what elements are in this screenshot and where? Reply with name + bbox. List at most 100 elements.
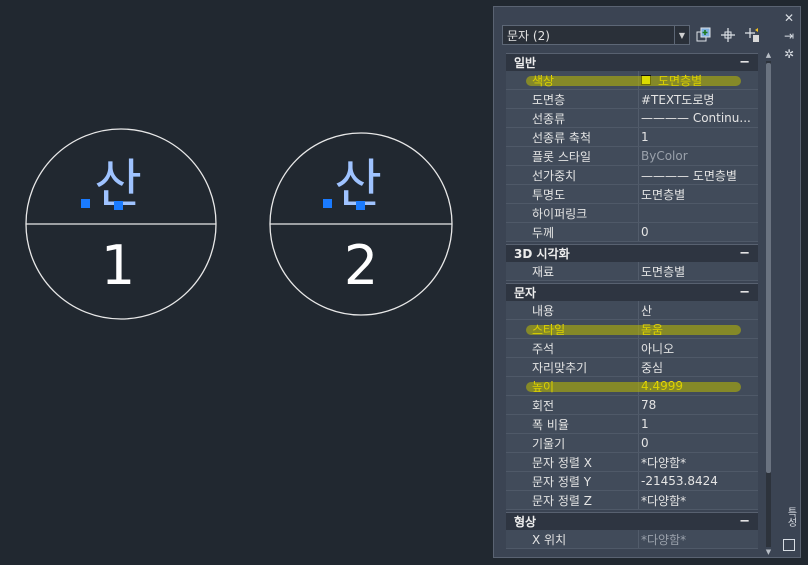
collapse-icon[interactable]: − (739, 55, 750, 70)
property-value[interactable]: 도면층별 (639, 185, 758, 203)
symbol-2[interactable]: 산 2 (269, 132, 453, 316)
property-label: 투명도 (506, 185, 639, 203)
palette-menu-icon[interactable] (783, 539, 795, 551)
collapse-icon[interactable]: − (739, 514, 750, 529)
property-row[interactable]: 플롯 스타일 ByColor (506, 147, 758, 166)
palette-toolbar: 문자 (2) ▼ (502, 23, 772, 47)
auto-hide-icon[interactable]: ⇥ (784, 29, 794, 43)
selector-value: 문자 (2) (507, 28, 550, 43)
property-label: 폭 비율 (506, 415, 639, 433)
property-value[interactable]: #TEXT도로명 (639, 90, 758, 108)
scroll-down-icon[interactable]: ▼ (764, 548, 773, 556)
properties-palette: 문자 (2) ▼ 일반 − 색상 도면층별 도면층 #TEXT도로명 선종류 ———— Con… (493, 6, 801, 558)
property-row[interactable]: 투명도 도면층별 (506, 185, 758, 204)
property-value[interactable]: 아니오 (639, 339, 758, 357)
property-label: X 위치 (506, 530, 639, 548)
property-value[interactable]: 산 (639, 301, 758, 319)
gear-icon[interactable]: ✲ (784, 47, 794, 61)
property-row[interactable]: 자리맞추기 중심 (506, 358, 758, 377)
property-value[interactable]: *다양함* (639, 530, 758, 548)
drawing-canvas[interactable]: 산 1 산 2 (0, 0, 490, 565)
symbol-1[interactable]: 산 1 (25, 128, 217, 320)
property-label: 높이 (506, 377, 639, 395)
property-value[interactable]: 도면층별 (639, 262, 758, 280)
property-row[interactable]: 주석 아니오 (506, 339, 758, 358)
property-label: 플롯 스타일 (506, 147, 639, 165)
grip-point[interactable] (356, 201, 365, 210)
property-value[interactable]: *다양함* (639, 491, 758, 509)
property-value[interactable]: 0 (639, 434, 758, 452)
palette-title-strip: ✕ ⇥ ✲ 특성 (778, 7, 800, 557)
property-row[interactable]: 기울기 0 (506, 434, 758, 453)
property-label: 색상 (506, 71, 639, 89)
property-label: 내용 (506, 301, 639, 319)
property-value[interactable]: 4.4999 (639, 377, 758, 395)
property-row[interactable]: 선종류 축척 1 (506, 128, 758, 147)
property-value[interactable]: -21453.8424 (639, 472, 758, 490)
property-row[interactable]: 선가중치 ———— 도면층별 (506, 166, 758, 185)
object-type-selector[interactable]: 문자 (2) ▼ (502, 25, 690, 45)
property-grid: 일반 − 색상 도면층별 도면층 #TEXT도로명 선종류 ———— Continu... 선종… (506, 51, 758, 557)
color-swatch-icon (641, 75, 651, 85)
property-scrollbar[interactable]: ▲ ▼ (764, 51, 772, 557)
property-label: 두께 (506, 223, 639, 241)
section-header[interactable]: 일반 − (506, 53, 758, 71)
property-label: 문자 정렬 X (506, 453, 639, 471)
grip-point[interactable] (114, 201, 123, 210)
property-value[interactable]: 1 (639, 415, 758, 433)
chevron-down-icon[interactable]: ▼ (674, 26, 689, 44)
property-row[interactable]: 도면층 #TEXT도로명 (506, 90, 758, 109)
palette-title: 특성 (785, 507, 796, 527)
property-value[interactable]: 0 (639, 223, 758, 241)
section-title: 문자 (514, 286, 537, 300)
property-row[interactable]: 스타일 돋움 (506, 320, 758, 339)
property-row[interactable]: 두께 0 (506, 223, 758, 242)
property-label: 회전 (506, 396, 639, 414)
section-header[interactable]: 형상 − (506, 512, 758, 530)
property-row[interactable]: 문자 정렬 X *다양함* (506, 453, 758, 472)
property-row[interactable]: 선종류 ———— Continu... (506, 109, 758, 128)
property-value[interactable]: ———— Continu... (639, 109, 758, 127)
property-value[interactable]: 1 (639, 128, 758, 146)
section-header[interactable]: 3D 시각화 − (506, 244, 758, 262)
property-row[interactable]: X 위치 *다양함* (506, 530, 758, 549)
toggle-pickadd-icon[interactable] (694, 25, 714, 45)
property-label: 문자 정렬 Z (506, 491, 639, 509)
collapse-icon[interactable]: − (739, 246, 750, 261)
collapse-icon[interactable]: − (739, 285, 750, 300)
property-row[interactable]: 문자 정렬 Z *다양함* (506, 491, 758, 510)
property-value[interactable]: 도면층별 (639, 71, 758, 89)
property-label: 하이퍼링크 (506, 204, 639, 222)
property-row[interactable]: 문자 정렬 Y -21453.8424 (506, 472, 758, 491)
property-label: 선종류 (506, 109, 639, 127)
property-value[interactable]: 78 (639, 396, 758, 414)
property-row[interactable]: 높이 4.4999 (506, 377, 758, 396)
property-label: 기울기 (506, 434, 639, 452)
property-row[interactable]: 재료 도면층별 (506, 262, 758, 281)
property-value[interactable]: *다양함* (639, 453, 758, 471)
property-label: 재료 (506, 262, 639, 280)
symbol-number: 1 (101, 234, 135, 297)
quick-select-icon[interactable] (742, 25, 762, 45)
grip-point[interactable] (323, 199, 332, 208)
scroll-up-icon[interactable]: ▲ (764, 51, 773, 59)
property-row[interactable]: 폭 비율 1 (506, 415, 758, 434)
property-value[interactable]: ———— 도면층별 (639, 166, 758, 184)
property-label: 선가중치 (506, 166, 639, 184)
property-value[interactable]: ByColor (639, 147, 758, 165)
section-title: 형상 (514, 515, 537, 529)
property-value[interactable]: 중심 (639, 358, 758, 376)
scroll-thumb[interactable] (766, 63, 771, 473)
property-row[interactable]: 색상 도면층별 (506, 71, 758, 90)
section-header[interactable]: 문자 − (506, 283, 758, 301)
select-objects-icon[interactable] (718, 25, 738, 45)
grip-point[interactable] (81, 199, 90, 208)
section-title: 일반 (514, 56, 537, 70)
property-row[interactable]: 하이퍼링크 (506, 204, 758, 223)
property-label: 선종류 축척 (506, 128, 639, 146)
property-row[interactable]: 회전 78 (506, 396, 758, 415)
property-value[interactable]: 돋움 (639, 320, 758, 338)
property-row[interactable]: 내용 산 (506, 301, 758, 320)
close-icon[interactable]: ✕ (784, 11, 794, 25)
property-value[interactable] (639, 204, 758, 222)
